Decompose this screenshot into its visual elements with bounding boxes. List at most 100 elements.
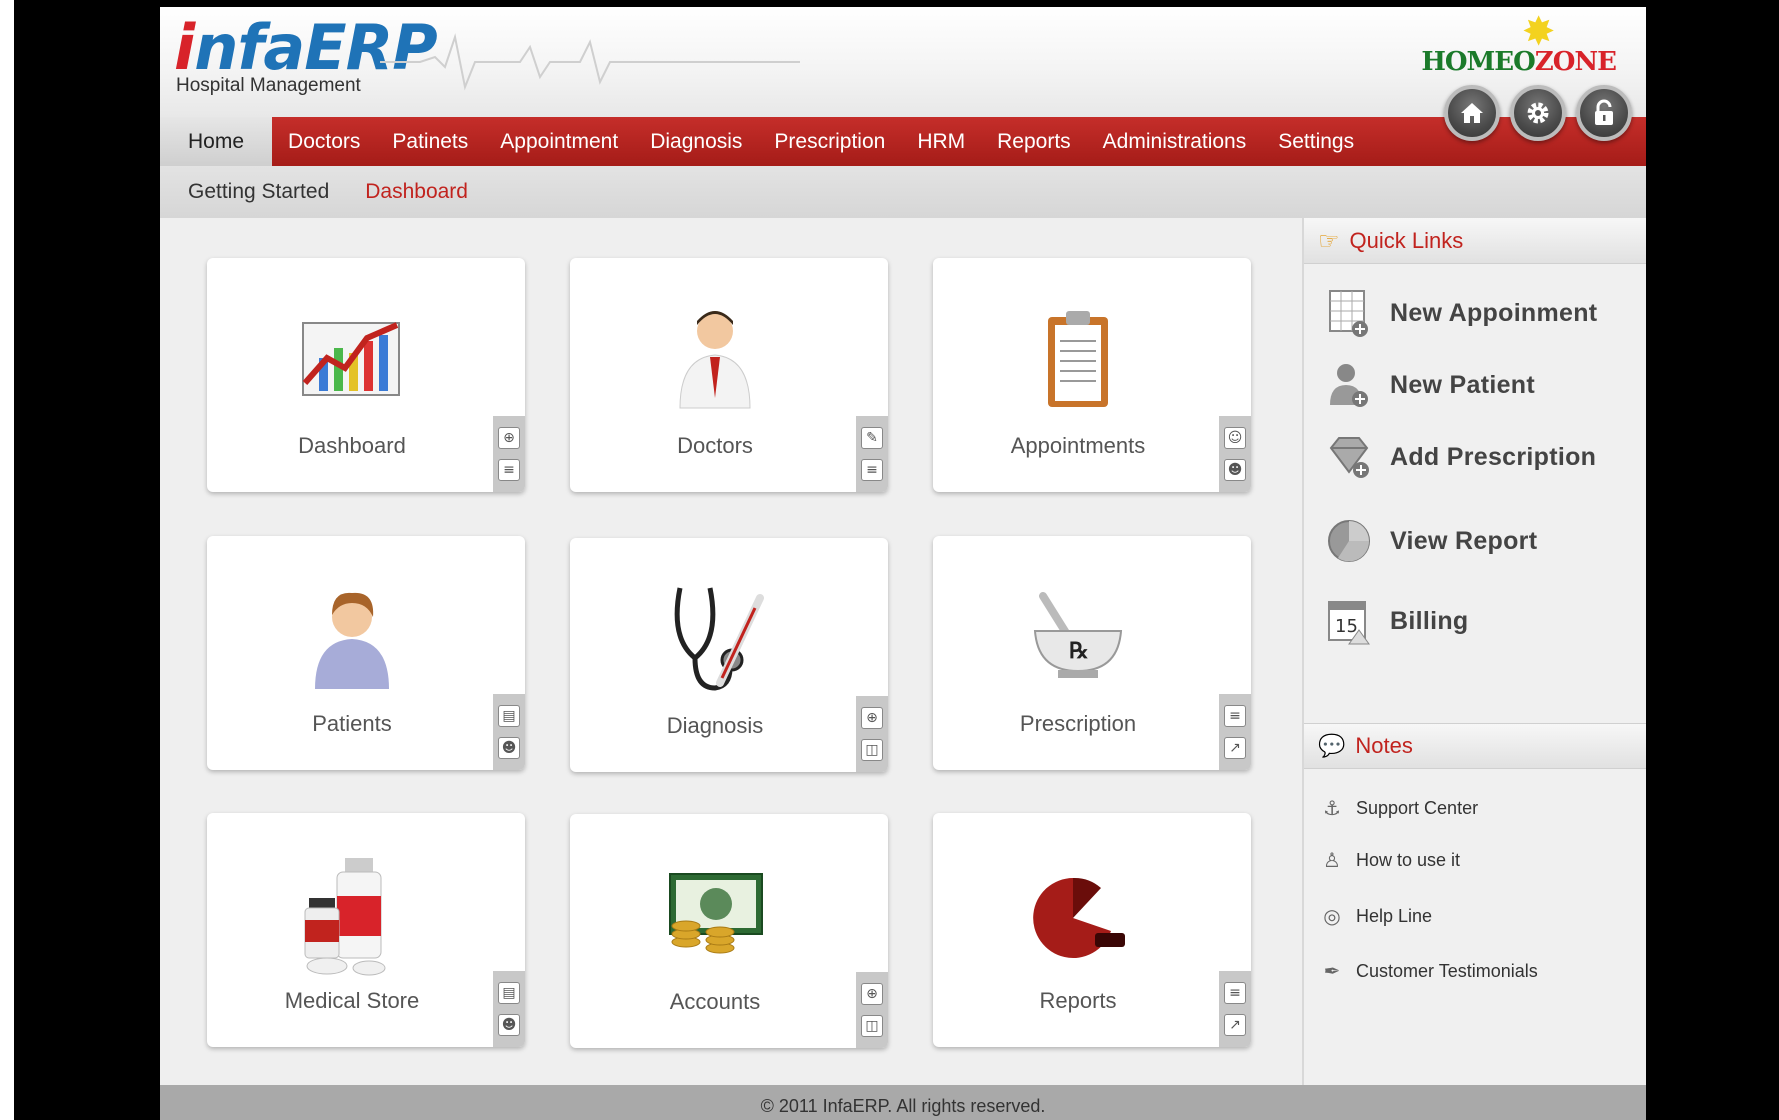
home-icon	[1461, 103, 1483, 123]
nav-appointment[interactable]: Appointment	[484, 117, 634, 166]
plus-icon[interactable]: ⊕	[861, 706, 883, 729]
person-icon: ♙	[1323, 848, 1341, 872]
card-actions: ⊕ ≡	[493, 416, 525, 492]
chart-mini-icon[interactable]: ↗	[1224, 737, 1246, 760]
patient-icon	[207, 576, 497, 696]
logout-button[interactable]	[1576, 85, 1632, 141]
document-icon[interactable]: ▤	[498, 981, 520, 1004]
mortar-icon: ℞	[933, 576, 1223, 696]
card-patients[interactable]: Patients ▤ ☻	[207, 536, 525, 770]
quick-link-billing[interactable]: 15 Billing	[1326, 598, 1469, 645]
tag-icon[interactable]: ✎	[861, 426, 883, 449]
chart-mini-icon[interactable]: ↗	[1224, 1014, 1246, 1037]
card-actions: ≡ ↗	[1219, 971, 1251, 1047]
quick-links-title: Quick Links	[1349, 227, 1464, 253]
card-label: Diagnosis	[666, 713, 764, 738]
quick-link-label: New Appoinment	[1390, 298, 1598, 327]
footer: © 2011 InfaERP. All rights reserved.	[160, 1085, 1646, 1120]
card-actions: ⊕ ◫	[856, 696, 888, 772]
left-margin	[0, 0, 14, 1120]
card-actions: ✎ ≡	[856, 416, 888, 492]
card-dashboard[interactable]: Dashboard ⊕ ≡	[207, 258, 525, 492]
subnav-getting-started[interactable]: Getting Started	[188, 180, 329, 204]
note-label: Help Line	[1356, 905, 1433, 926]
quick-link-view-report[interactable]: View Report	[1326, 518, 1537, 564]
list-icon[interactable]: ≡	[1224, 704, 1246, 727]
plus-icon[interactable]: ⊕	[861, 982, 883, 1005]
nav-reports[interactable]: Reports	[981, 117, 1087, 166]
quick-link-new-appointment[interactable]: New Appoinment	[1326, 290, 1598, 337]
clipboard-icon	[933, 298, 1223, 418]
card-actions: ⊕ ◫	[856, 972, 888, 1048]
nav-patients[interactable]: Patinets	[376, 117, 484, 166]
quick-link-label: Add Prescription	[1390, 442, 1597, 471]
card-label: Patients	[312, 711, 392, 736]
dashboard-grid: Dashboard ⊕ ≡ Doctors ✎ ≡ Appointments ☺	[160, 218, 1302, 1086]
user-add-icon	[1326, 362, 1372, 408]
note-how-to-use[interactable]: ♙ How to use it	[1320, 848, 1460, 872]
nav-settings[interactable]: Settings	[1262, 117, 1370, 166]
card-prescription[interactable]: ℞ Prescription ≡ ↗	[933, 536, 1251, 770]
users-icon[interactable]: ☻	[1224, 459, 1246, 482]
pie-icon	[1326, 518, 1372, 564]
note-support-center[interactable]: ⚓ Support Center	[1320, 796, 1478, 820]
user-icon[interactable]: ☺	[1224, 426, 1246, 449]
card-label: Reports	[1039, 988, 1117, 1013]
quick-link-add-prescription[interactable]: Add Prescription	[1326, 434, 1596, 480]
card-appointments[interactable]: Appointments ☺ ☻	[933, 258, 1251, 492]
nav-diagnosis[interactable]: Diagnosis	[634, 117, 758, 166]
card-label: Appointments	[1010, 433, 1146, 458]
card-diagnosis[interactable]: Diagnosis ⊕ ◫	[570, 538, 888, 772]
notes-title: Notes	[1355, 733, 1413, 758]
quick-link-new-patient[interactable]: New Patient	[1326, 362, 1535, 408]
card-medical-store[interactable]: Medical Store ▤ ☻	[207, 813, 525, 1047]
card-actions: ▤ ☻	[493, 694, 525, 770]
subnav-dashboard[interactable]: Dashboard	[365, 180, 468, 204]
note-help-line[interactable]: ◎ Help Line	[1320, 904, 1432, 928]
nav-administrations[interactable]: Administrations	[1087, 117, 1263, 166]
home-button[interactable]	[1444, 85, 1500, 141]
users-icon[interactable]: ☻	[498, 737, 520, 760]
money-icon	[570, 854, 860, 974]
doctor-icon	[570, 298, 860, 418]
list-icon[interactable]: ≡	[861, 459, 883, 482]
notes-header: 💬 Notes	[1304, 723, 1646, 769]
columns-icon[interactable]: ◫	[861, 1015, 883, 1038]
card-label: Dashboard	[298, 433, 406, 458]
app-frame: infaERP Hospital Management ✸ HOMEOZONE …	[160, 7, 1646, 1120]
quill-icon: ✒	[1323, 959, 1341, 983]
note-label: Customer Testimonials	[1356, 960, 1538, 981]
card-doctors[interactable]: Doctors ✎ ≡	[570, 258, 888, 492]
users-icon[interactable]: ☻	[498, 1014, 520, 1037]
list-icon[interactable]: ≡	[498, 459, 520, 482]
settings-button[interactable]	[1510, 85, 1566, 141]
card-label: Doctors	[677, 433, 753, 458]
card-accounts[interactable]: Accounts ⊕ ◫	[570, 814, 888, 1048]
right-sidebar: ☞ Quick Links New Appoinment New Patient…	[1302, 218, 1646, 1086]
quick-links-header: ☞ Quick Links	[1304, 218, 1646, 264]
document-icon[interactable]: ▤	[498, 704, 520, 727]
columns-icon[interactable]: ◫	[861, 739, 883, 762]
note-customer-testimonials[interactable]: ✒ Customer Testimonials	[1320, 959, 1538, 983]
quick-link-label: New Patient	[1390, 370, 1535, 399]
quick-link-label: Billing	[1390, 606, 1469, 635]
list-icon[interactable]: ≡	[1224, 981, 1246, 1004]
note-label: Support Center	[1356, 797, 1479, 818]
main-nav: Home Doctors Patinets Appointment Diagno…	[160, 117, 1646, 166]
chart-icon	[207, 298, 497, 418]
heartbeat-graphic	[380, 33, 800, 91]
svg-text:15: 15	[1335, 616, 1358, 637]
nav-prescription[interactable]: Prescription	[758, 117, 901, 166]
star-icon: ✸	[1521, 9, 1556, 55]
stethoscope-icon	[570, 578, 860, 698]
basket-icon[interactable]: ⊕	[498, 426, 520, 449]
medicine-icon	[207, 853, 497, 976]
card-reports[interactable]: Reports ≡ ↗	[933, 813, 1251, 1047]
card-actions: ☺ ☻	[1219, 416, 1251, 492]
note-label: How to use it	[1356, 849, 1461, 870]
pie-chart-icon	[933, 853, 1223, 973]
nav-hrm[interactable]: HRM	[901, 117, 981, 166]
svg-text:℞: ℞	[1069, 638, 1089, 664]
nav-doctors[interactable]: Doctors	[272, 117, 376, 166]
nav-home[interactable]: Home	[160, 117, 273, 166]
